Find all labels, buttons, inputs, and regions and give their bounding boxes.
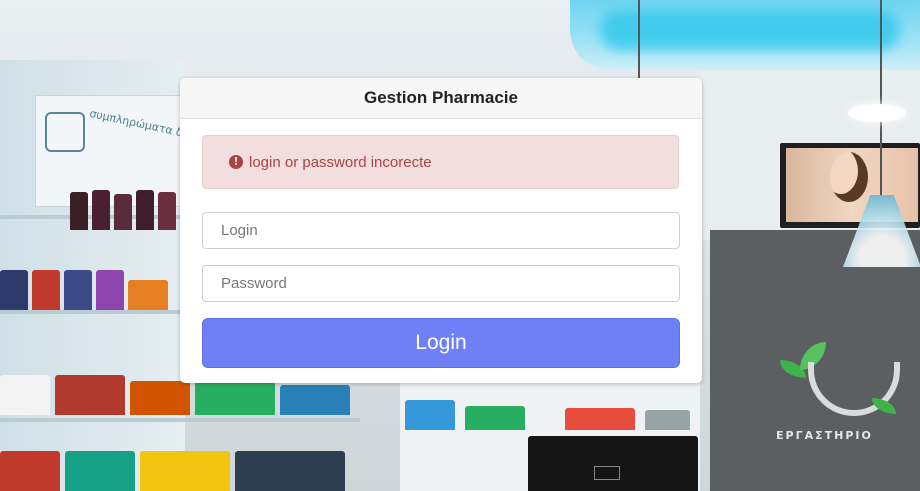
- lamp-cord: [880, 0, 882, 195]
- login-card: Gestion Pharmacie ! login or password in…: [180, 78, 702, 383]
- ceiling-light-glow: [600, 10, 900, 50]
- login-input[interactable]: [202, 212, 680, 249]
- counter-products: [405, 390, 695, 430]
- ceiling-spotlight: [848, 104, 906, 122]
- page-title: Gestion Pharmacie: [180, 78, 702, 119]
- exclamation-circle-icon: !: [229, 155, 243, 169]
- monitor-logo: [594, 466, 620, 480]
- error-alert: ! login or password incorecte: [202, 135, 679, 189]
- error-message: login or password incorecte: [249, 153, 432, 171]
- product-boxes: [0, 270, 180, 310]
- login-button[interactable]: Login: [202, 318, 680, 368]
- supplements-sign-icon: [45, 112, 85, 152]
- store-logo-text: ΕΡΓΑΣΤΗΡΙΟ: [776, 429, 873, 442]
- counter-monitor: [528, 436, 698, 491]
- product-boxes: [0, 451, 360, 491]
- advertising-face: [830, 152, 868, 202]
- password-input[interactable]: [202, 265, 680, 302]
- shelf-divider: [0, 418, 360, 422]
- shelf-divider: [0, 310, 180, 314]
- lamp-cord: [638, 0, 640, 80]
- product-bottles: [70, 190, 180, 230]
